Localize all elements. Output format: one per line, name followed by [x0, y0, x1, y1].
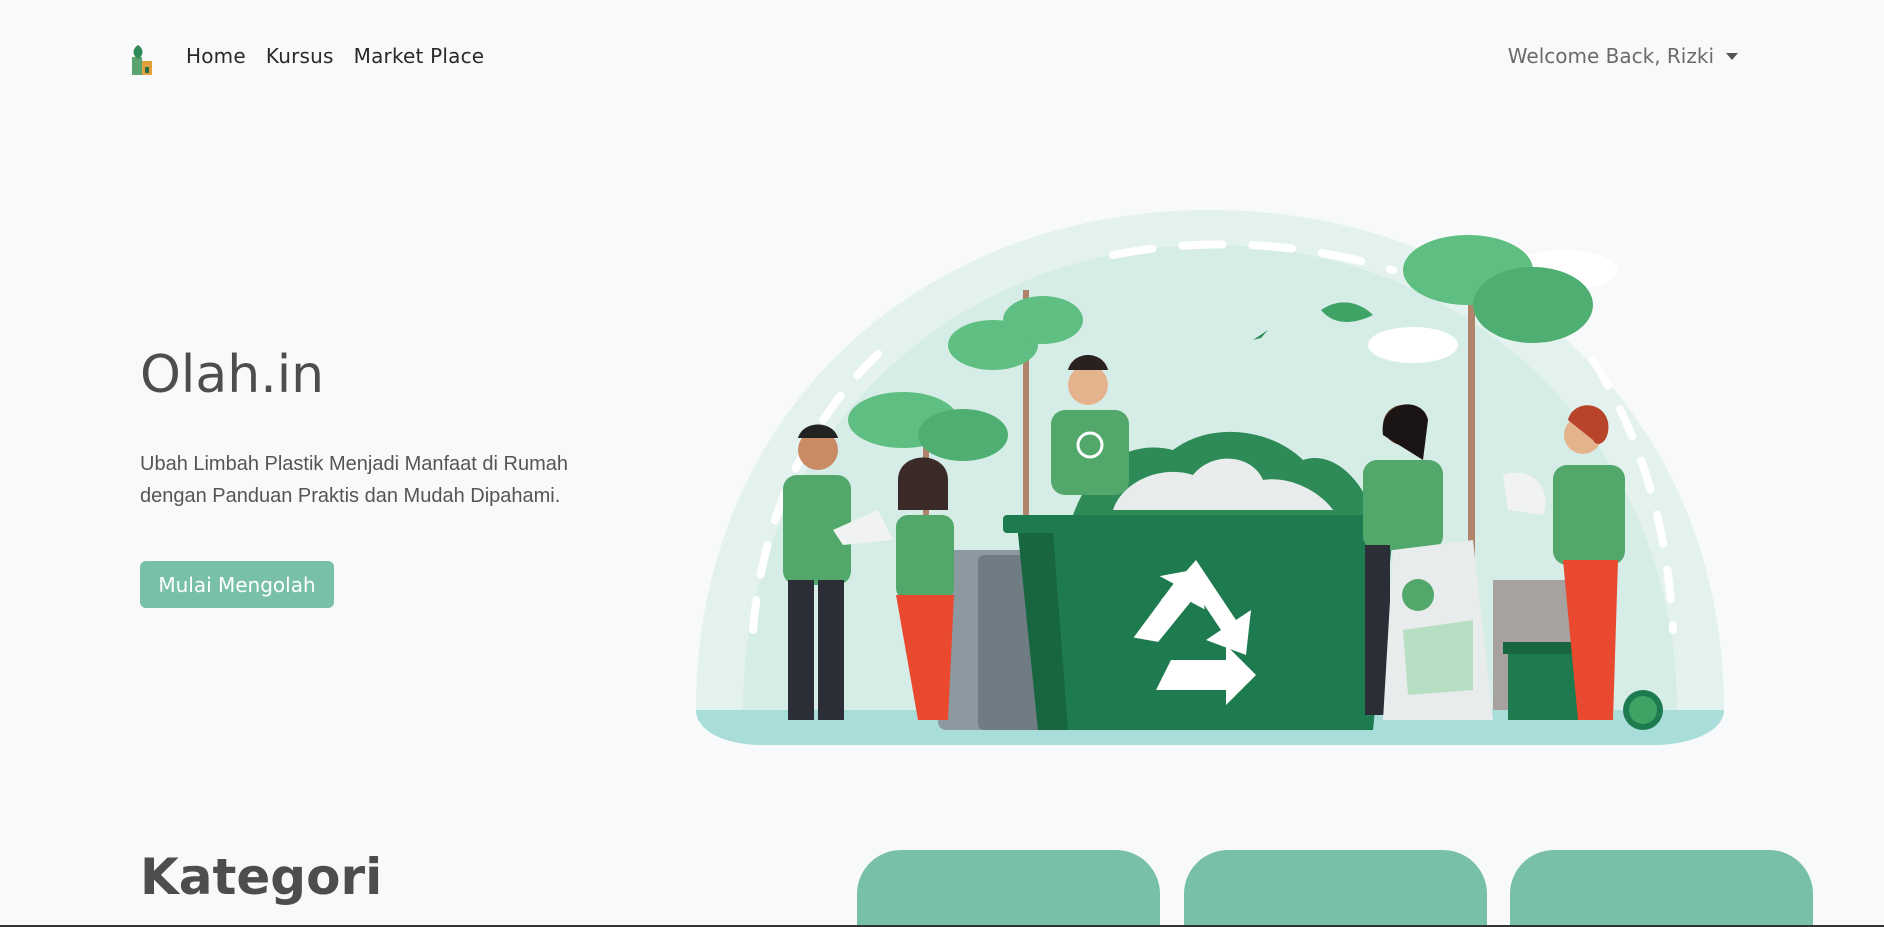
nav-link-market-place[interactable]: Market Place	[354, 44, 485, 68]
hero-description: Ubah Limbah Plastik Menjadi Manfaat di R…	[140, 453, 568, 507]
nav-link-home[interactable]: Home	[186, 44, 246, 68]
plant-house-logo-icon[interactable]	[126, 43, 156, 77]
recycling-people-illustration	[696, 210, 1724, 745]
welcome-text: Welcome Back, Rizki	[1507, 44, 1714, 68]
user-menu-dropdown[interactable]: Welcome Back, Rizki	[1508, 44, 1738, 68]
top-navbar: Home Kursus Market Place Welcome Back, R…	[0, 0, 1884, 116]
caret-down-icon	[1726, 52, 1738, 60]
kategori-card[interactable]	[1184, 850, 1487, 927]
kategori-card[interactable]	[857, 850, 1160, 927]
hero-title: Olah.in	[140, 345, 325, 405]
start-processing-button[interactable]: Mulai Mengolah	[140, 561, 334, 608]
kategori-card[interactable]	[1510, 850, 1813, 927]
nav-link-kursus[interactable]: Kursus	[266, 44, 334, 68]
kategori-title: Kategori	[140, 848, 383, 906]
nav-links: Home Kursus Market Place	[186, 44, 484, 68]
